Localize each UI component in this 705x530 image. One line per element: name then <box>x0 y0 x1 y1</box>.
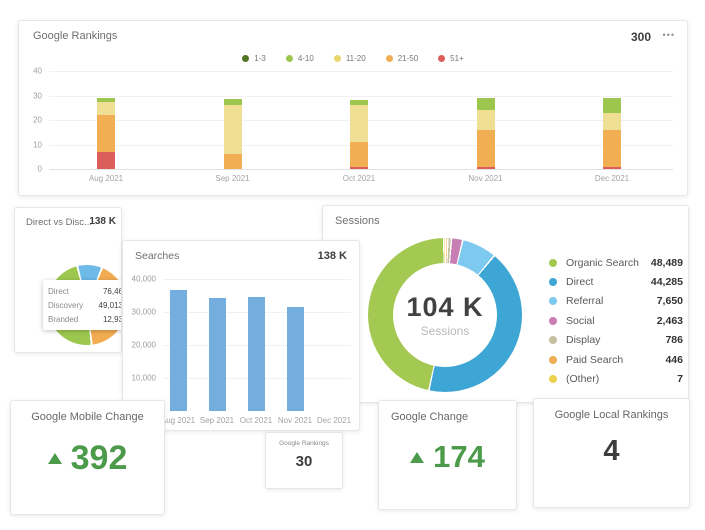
card-title: Google Mobile Change <box>11 411 164 423</box>
direct-tooltip: Direct 76,46 Discovery 49,013 Branded 12,93 <box>43 280 122 330</box>
legend-item[interactable]: 4-10 <box>286 54 314 63</box>
card-title: Google Local Rankings <box>534 409 689 421</box>
legend-item[interactable]: (Other)7 <box>549 369 683 388</box>
stat-value: 4 <box>603 435 619 468</box>
legend-label: Referral <box>566 295 657 307</box>
tooltip-value: 12,93 <box>103 315 122 324</box>
sessions-donut-chart[interactable]: 104 K Sessions <box>368 238 522 392</box>
google-mobile-change-widget[interactable]: Google Mobile Change 392 <box>10 400 165 515</box>
tooltip-value: 49,013 <box>99 301 122 310</box>
trend-up-icon <box>48 453 62 464</box>
legend-item[interactable]: Referral7,650 <box>549 292 683 311</box>
legend-value: 786 <box>665 334 683 346</box>
legend-value: 7,650 <box>657 295 683 307</box>
legend-dot-icon <box>549 375 557 383</box>
searches-total: 138 K <box>318 250 347 262</box>
card-title: Direct vs Disc... <box>26 217 92 228</box>
legend-dot-icon <box>549 297 557 305</box>
tooltip-label: Discovery <box>48 301 83 310</box>
donut-center: 104 K Sessions <box>393 263 497 367</box>
legend-value: 2,463 <box>657 315 683 327</box>
direct-vs-discovery-widget[interactable]: Direct vs Disc... 138 K Direct 76,46 Disco… <box>14 207 122 353</box>
legend-dot-icon <box>334 55 341 62</box>
tooltip-row: Discovery 49,013 <box>48 298 122 312</box>
legend-item[interactable]: 21-50 <box>386 54 418 63</box>
legend-dot-icon <box>549 336 557 344</box>
card-title: Google Rankings <box>266 440 342 447</box>
tooltip-row: Direct 76,46 <box>48 284 122 298</box>
card-title: Sessions <box>335 215 380 227</box>
stat-value: 392 <box>71 439 128 478</box>
legend-dot-icon <box>549 259 557 267</box>
legend-label: 21-50 <box>398 54 418 63</box>
sessions-legend: Organic Search48,489Direct44,285Referral… <box>549 253 683 389</box>
legend-item[interactable]: Paid Search446 <box>549 350 683 369</box>
legend-value: 48,489 <box>651 257 683 269</box>
legend-item[interactable]: Organic Search48,489 <box>549 253 683 272</box>
rankings-legend: 1-3 4-10 11-20 21-50 51+ <box>19 54 687 63</box>
tooltip-label: Branded <box>48 315 78 324</box>
legend-label: 1-3 <box>254 54 266 63</box>
legend-value: 7 <box>677 373 683 385</box>
trend-up-icon <box>410 452 424 463</box>
sessions-widget[interactable]: Sessions 104 K Sessions Organic Search48… <box>322 205 689 403</box>
legend-dot-icon <box>242 55 249 62</box>
ellipsis-menu-icon[interactable]: ••• <box>663 30 675 40</box>
legend-item[interactable]: 1-3 <box>242 54 266 63</box>
stat-value: 30 <box>296 453 313 470</box>
legend-dot-icon <box>438 55 445 62</box>
legend-dot-icon <box>386 55 393 62</box>
legend-label: Display <box>566 334 665 346</box>
stat-value: 174 <box>433 439 485 475</box>
legend-value: 44,285 <box>651 276 683 288</box>
sessions-total: 104 K <box>406 292 483 323</box>
legend-item[interactable]: Social2,463 <box>549 311 683 330</box>
legend-label: Direct <box>566 276 651 288</box>
card-title: Google Change <box>391 411 468 423</box>
card-title: Searches <box>135 250 179 262</box>
legend-dot-icon <box>549 278 557 286</box>
google-local-rankings-widget[interactable]: Google Local Rankings 4 <box>533 398 690 508</box>
tooltip-row: Branded 12,93 <box>48 312 122 326</box>
legend-label: Paid Search <box>566 354 665 366</box>
legend-item[interactable]: Display786 <box>549 331 683 350</box>
direct-total: 138 K <box>89 216 116 227</box>
legend-label: 4-10 <box>298 54 314 63</box>
legend-dot-icon <box>549 317 557 325</box>
google-change-widget[interactable]: Google Change 174 <box>378 400 517 510</box>
legend-label: Social <box>566 315 657 327</box>
legend-dot-icon <box>549 356 557 364</box>
legend-value: 446 <box>665 354 683 366</box>
sessions-center-label: Sessions <box>421 324 470 338</box>
legend-item[interactable]: 51+ <box>438 54 464 63</box>
legend-dot-icon <box>286 55 293 62</box>
rankings-stacked-bar-chart[interactable]: 010203040Aug 2021Sep 2021Oct 2021Nov 202… <box>49 71 673 169</box>
legend-label: 51+ <box>450 54 464 63</box>
legend-label: Organic Search <box>566 257 651 269</box>
tooltip-value: 76,46 <box>103 287 122 296</box>
searches-bar-chart[interactable]: 10,00020,00030,00040,000Aug 2021Sep 2021… <box>163 279 351 411</box>
tooltip-label: Direct <box>48 287 69 296</box>
legend-label: (Other) <box>566 373 677 385</box>
google-rankings-widget[interactable]: Google Rankings 300 ••• 1-3 4-10 11-20 21-5… <box>18 20 688 196</box>
rankings-total: 300 <box>631 30 651 44</box>
google-rankings-mini-widget[interactable]: Google Rankings 30 <box>265 432 343 489</box>
legend-item[interactable]: 11-20 <box>334 54 366 63</box>
legend-item[interactable]: Direct44,285 <box>549 272 683 291</box>
card-title: Google Rankings <box>33 30 117 42</box>
legend-label: 11-20 <box>346 54 366 63</box>
